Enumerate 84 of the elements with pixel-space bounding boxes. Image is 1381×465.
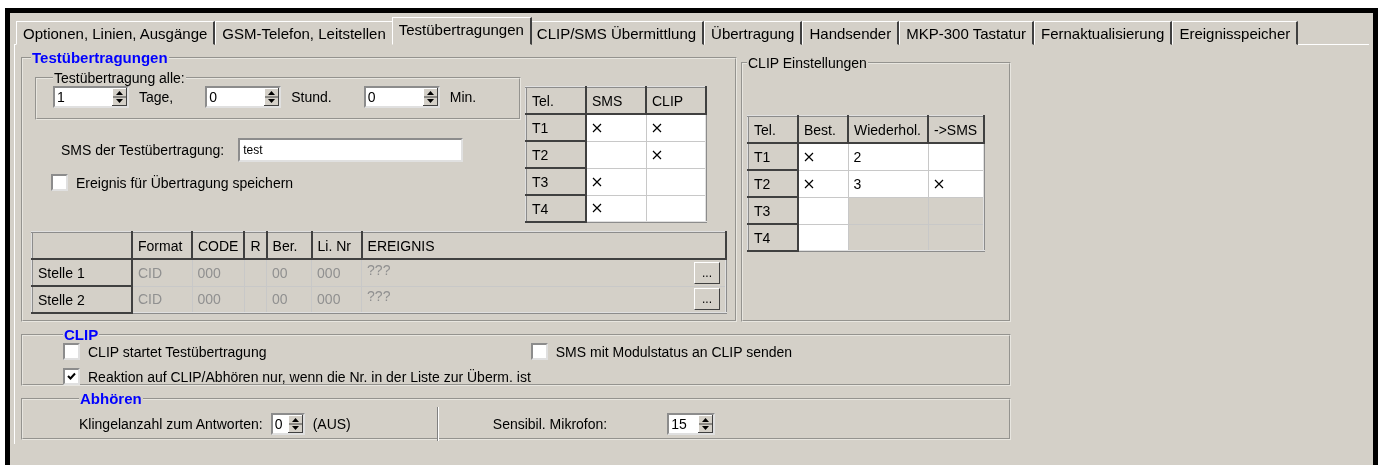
column-header: Ber. — [266, 232, 312, 259]
table-cell: 00 — [272, 291, 288, 308]
table-cell: CID — [138, 264, 163, 281]
column-header: ->SMS — [928, 116, 984, 143]
cross-icon — [592, 203, 602, 214]
field-label: SMS der Testübertragung: — [61, 142, 225, 158]
tab[interactable]: MKP-300 Tastatur — [899, 21, 1034, 45]
group-title: Testübertragung alle: — [53, 70, 186, 86]
column-header: Format — [132, 232, 192, 259]
table-cell: 2 — [848, 143, 928, 170]
spin-button[interactable] — [287, 415, 303, 433]
checkbox[interactable] — [63, 368, 80, 385]
cross-icon — [804, 151, 814, 162]
table-cell: 000 — [197, 264, 221, 281]
checkmark-icon — [67, 372, 76, 381]
table-cell: 000 — [317, 291, 341, 308]
tab[interactable]: Optionen, Linien, Ausgänge — [16, 21, 216, 45]
column-header: CODE — [192, 232, 245, 259]
row-header: T3 — [526, 168, 586, 195]
cross-icon — [804, 178, 814, 189]
table-cell: 3 — [848, 170, 928, 197]
row-header: T1 — [526, 114, 586, 141]
cross-icon — [651, 122, 662, 133]
column-header: SMS — [586, 87, 646, 114]
column-header: EREIGNIS — [361, 232, 726, 259]
row-header: T4 — [526, 195, 586, 222]
unit-label: (AUS) — [312, 416, 351, 432]
checkbox-label: CLIP startet Testübertragung — [88, 343, 267, 360]
row-header: T2 — [526, 141, 586, 168]
unit-label: Min. — [449, 89, 477, 105]
tab[interactable]: Übertragung — [704, 21, 803, 45]
row-header: Stelle 1 — [32, 259, 132, 286]
spin-field[interactable]: 0 — [363, 86, 440, 108]
spin-field[interactable]: 0 — [205, 86, 282, 108]
column-header: CLIP — [646, 87, 706, 114]
spin-field[interactable]: 15 — [667, 413, 716, 435]
checkbox[interactable] — [63, 343, 80, 360]
tab[interactable]: Fernaktualisierung — [1034, 21, 1173, 45]
field-label: Sensibil. Mikrofon: — [492, 416, 608, 432]
unit-label: Stund. — [291, 89, 332, 105]
group-title: CLIP — [63, 326, 100, 343]
cross-icon — [651, 149, 662, 160]
row-header: T3 — [748, 197, 798, 224]
text-field[interactable]: test — [238, 138, 464, 162]
column-header: Wiederhol. — [848, 116, 928, 143]
cross-icon — [592, 122, 602, 133]
checkbox[interactable] — [530, 343, 548, 360]
spin-button[interactable] — [698, 415, 714, 433]
row-header: T2 — [748, 170, 798, 197]
spin-button[interactable] — [112, 88, 127, 106]
column-header: Li. Nr — [311, 232, 362, 259]
cross-icon — [592, 176, 602, 187]
spin-field[interactable]: 0 — [270, 413, 305, 435]
spin-button[interactable] — [422, 88, 438, 106]
table-cell: 00 — [272, 264, 288, 281]
table-cell: 000 — [317, 264, 341, 281]
tab[interactable]: Testübertragungen — [391, 17, 532, 45]
group-title: Testübertragungen — [31, 49, 169, 66]
column-header: Tel. — [748, 116, 798, 143]
group-title: CLIP Einstellungen — [747, 55, 868, 71]
table-cell: ??? — [367, 288, 391, 305]
table-cell: CID — [138, 291, 163, 308]
checkbox-label: SMS mit Modulstatus an CLIP senden — [555, 343, 793, 360]
table-cell: ??? — [367, 261, 391, 278]
field-label: Klingelanzahl zum Antworten: — [79, 416, 263, 432]
spin-field[interactable]: 1 — [53, 86, 129, 108]
unit-label: Tage, — [139, 89, 174, 105]
checkbox[interactable] — [51, 174, 68, 191]
cross-icon — [933, 178, 944, 189]
row-header: T1 — [748, 143, 798, 170]
tab[interactable]: Ereignisspeicher — [1172, 21, 1299, 45]
tab[interactable]: CLIP/SMS Übermittlung — [529, 21, 705, 45]
group-title: Abhören — [79, 390, 143, 407]
row-header: Stelle 2 — [32, 286, 132, 313]
column-header: R — [244, 232, 267, 259]
row-header: T4 — [748, 224, 798, 251]
column-header: Tel. — [526, 87, 586, 114]
table-cell: 000 — [197, 291, 221, 308]
checkbox-label: Reaktion auf CLIP/Abhören nur, wenn die Nr. in der Liste zur Überm. ist — [88, 368, 531, 385]
tab[interactable]: Handsender — [802, 21, 900, 45]
column-header: Best. — [798, 116, 848, 143]
checkbox-label: Ereignis für Übertragung speichern — [76, 174, 294, 191]
spin-button[interactable] — [264, 88, 280, 106]
tab[interactable]: GSM-Telefon, Leitstellen — [215, 21, 394, 45]
